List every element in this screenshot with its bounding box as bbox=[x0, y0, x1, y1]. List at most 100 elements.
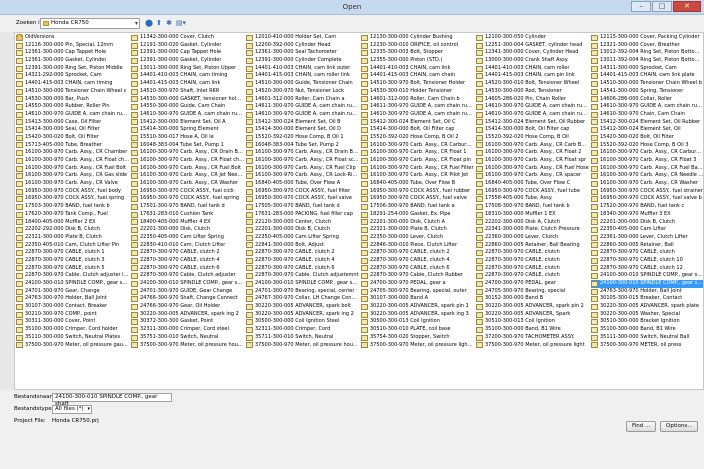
file-item[interactable]: 14510-300-000 Tensioner Chain Wheel c bbox=[16, 88, 129, 96]
file-item[interactable]: 12115-300-000 Cover, Packing Cylinder bbox=[591, 34, 703, 42]
file-item[interactable]: 37500-300-970 Meter, oil pressure housi.… bbox=[246, 342, 359, 350]
file-item[interactable]: 22201-300-000 Disk, Clutch bbox=[131, 226, 244, 234]
file-item[interactable]: 22350-300-000 Lever, Clutch bbox=[361, 234, 474, 242]
file-item[interactable]: 30510-300-013 Coil Ignition bbox=[476, 318, 589, 326]
file-item[interactable]: 11342-300-000 Cover, Clutch bbox=[131, 34, 244, 42]
file-item[interactable]: 15520-392-020 Hose Comp, B Oil 1 bbox=[246, 134, 359, 142]
lookin-combo[interactable]: Honda CR750 ▾ bbox=[40, 18, 140, 29]
file-item[interactable]: 22870-300-970 CABLE, clutch bbox=[476, 249, 589, 257]
close-button[interactable]: ✕ bbox=[673, 1, 701, 12]
file-item[interactable]: 22120-300-000 Center, Clutch bbox=[246, 219, 359, 227]
file-item[interactable]: 22350-405-000 Cam Lifter bbox=[591, 226, 703, 234]
file-item[interactable]: 32311-300-000 Crimper, Cord bbox=[246, 326, 359, 334]
file-item[interactable]: 18291-254-000 Gasket, Ex. Pipe bbox=[361, 211, 474, 219]
file-item[interactable]: 14510-300-970 Shaft, Inlet RKR bbox=[131, 88, 244, 96]
file-item[interactable]: 14401-415-003 CHAIN, cam link plate bbox=[591, 72, 703, 80]
file-item[interactable]: 17620-300-970 Tank Comp., Fuel bbox=[16, 211, 129, 219]
file-item[interactable]: 22870-300-970 CABLE, clutch 1 bbox=[16, 249, 129, 257]
file-item[interactable]: 16100-300-970 Carb. Assy., CR Fuel Bolt bbox=[16, 165, 129, 173]
filename-input[interactable]: 24100-300-010 SPINDLE COMP., gear shaft bbox=[52, 393, 172, 407]
file-item[interactable]: 24766-300-970 Shaft, Change Connect bbox=[131, 295, 244, 303]
file-item[interactable]: 16100-300-970 Carb. Assy., CR Needle Je.… bbox=[591, 172, 703, 180]
file-item[interactable]: 24766-300-970 Gear, Oil Holder bbox=[131, 303, 244, 311]
file-item[interactable]: 16100-300-970 Carb. Assy., CR Carburett.… bbox=[591, 149, 703, 157]
file-item[interactable]: 15412-300-024 Element Set, Oil C bbox=[361, 119, 474, 127]
file-item[interactable]: 16840-405-000 Tube, Over Flow B bbox=[361, 180, 474, 188]
file-item[interactable]: 15520-392-020 Hose Comp, B Oil 2 bbox=[361, 134, 474, 142]
file-item[interactable]: 22841-300-000 Bolt, Adjust bbox=[246, 242, 359, 250]
file-item[interactable]: 30107-300-000 Band A bbox=[361, 295, 474, 303]
file-item[interactable]: 16100-300-970 Carb. Assy., CR Fuel Filte… bbox=[361, 165, 474, 173]
file-item[interactable]: 22870-300-970 CABLE, clutch 2 bbox=[131, 249, 244, 257]
chevron-down-icon[interactable]: ▾ bbox=[135, 19, 138, 28]
file-item[interactable]: 15414-300-000 Bolt, Oil Filter cap bbox=[476, 126, 589, 134]
file-item[interactable]: 14530-300-000 Bar, Push bbox=[16, 96, 129, 104]
file-item[interactable]: 24100-300-010 SPINDLE COMP., gear sh... bbox=[246, 280, 359, 288]
file-item[interactable]: 12321-300-000 Cover, Breather bbox=[591, 42, 703, 50]
file-item[interactable]: 12391-300-000 Ring Set, Piston Middle bbox=[16, 65, 129, 73]
file-item[interactable]: 17631-283-010 Cushion Tank bbox=[131, 211, 244, 219]
file-item[interactable]: 17631-283-000 PACKING, fuel filler cap bbox=[246, 211, 359, 219]
file-item[interactable]: 22846-300-010 Piece, Clutch Lifter bbox=[361, 242, 474, 250]
back-icon[interactable]: ⬤ bbox=[144, 18, 154, 29]
file-item[interactable]: 16100-300-970 Carb. Assy., CR Float spr bbox=[476, 157, 589, 165]
view-menu-icon[interactable]: ▤▾ bbox=[174, 18, 188, 29]
file-item[interactable]: 14610-300-970 GUIDE A, cam chain rub... bbox=[16, 111, 129, 119]
file-item[interactable]: 16950-300-970 COCK ASSY., fuel spring bbox=[131, 195, 244, 203]
file-item[interactable]: 30220-300-005 ADVANCER, Spark bbox=[476, 311, 589, 319]
file-item[interactable]: 14401-415-003 CHAIN, cam timing bbox=[16, 80, 129, 88]
file-item[interactable]: 12230-300-010 ORIFICE, oil control bbox=[361, 42, 474, 50]
file-item[interactable]: 12130-300-000 Cylinder Bushing bbox=[361, 34, 474, 42]
file-item[interactable]: 16950-300-970 COCK ASSY., fuel valve bbox=[361, 195, 474, 203]
file-item[interactable]: 14401-410-003 CHAIN, cam roller bbox=[476, 65, 589, 73]
file-item[interactable]: 17503-300-970 BAND, fuel tank b bbox=[16, 203, 129, 211]
file-item[interactable]: 16100-300-970 Carb. Assy., CR Drain Bol.… bbox=[131, 149, 244, 157]
file-item[interactable]: 14601-312-000 Roller, Cam Chain b bbox=[361, 96, 474, 104]
file-item[interactable]: 30210-300-970 COMP., point bbox=[16, 311, 129, 319]
file-item[interactable]: 30220-300-005 ADVANCER, spark ing 2 bbox=[131, 311, 244, 319]
file-item[interactable]: 22870-300-970 CABLE, clutch 10 bbox=[591, 257, 703, 265]
file-item[interactable]: 16100-300-970 Carb. Assy., CR Carb Body bbox=[476, 142, 589, 150]
minimize-button[interactable]: – bbox=[631, 1, 651, 12]
file-item[interactable]: 16100-300-970 Carb. Assy., CR Valve bbox=[16, 180, 129, 188]
file-item[interactable]: 22860-300-005 Retainer, Ball bbox=[591, 242, 703, 250]
file-item[interactable]: 24767-300-970 Collar, LH Change Conn... bbox=[246, 295, 359, 303]
file-item[interactable]: 30372-300-300 Gasket, Point bbox=[131, 318, 244, 326]
file-item[interactable]: 14610-300-970 GUIDE A, cam chain rub... bbox=[131, 111, 244, 119]
file-item[interactable]: 12391-300-000 Gasket, Cylinder bbox=[131, 57, 244, 65]
file-item[interactable]: 14401-410-003 CHAIN, cam link bbox=[361, 65, 474, 73]
file-item[interactable]: 22860-300-005 Retainer, Ball Bearing bbox=[476, 242, 589, 250]
file-item[interactable]: 16100-300-970 Carb. Assy., CR Fuel Banjo bbox=[591, 165, 703, 173]
file-item[interactable]: 32311-300-000 Crimper, Cord steel bbox=[131, 326, 244, 334]
file-item[interactable]: 30510-300-000 Bracket Ignition bbox=[591, 318, 703, 326]
file-item[interactable]: 22870-300-970 CABLE, clutch bbox=[476, 257, 589, 265]
file-item[interactable]: 14550-300-000 Guide, Cam Chain bbox=[131, 103, 244, 111]
file-item[interactable]: 16100-300-970 Carb. Assy., CR Float ch..… bbox=[131, 157, 244, 165]
file-item[interactable]: 16100-300-970 Carb. Assy., CR Float pin bbox=[361, 157, 474, 165]
file-item[interactable]: 30500-300-013 Coil Ignition bbox=[361, 318, 474, 326]
file-item[interactable]: 22870-300-970 CABLE, clutch 4 bbox=[246, 257, 359, 265]
file-item[interactable]: 22350-405-010 Cam, Clutch Lifter Pin bbox=[16, 242, 129, 250]
file-item[interactable]: 12100-300-050 Cylinder bbox=[476, 34, 589, 42]
file-item[interactable]: 30105-300-015 Breaker, Contact bbox=[591, 295, 703, 303]
file-item[interactable]: 22870-300-970 Cable, Clutch Rubber bbox=[361, 272, 474, 280]
file-item[interactable]: 22870-300-970 CABLE, clutch 4 bbox=[361, 257, 474, 265]
file-item[interactable]: 16100-300-970 Carb. Assy., CR Pilot Jet bbox=[361, 172, 474, 180]
file-item[interactable]: 24705-300-970 Bearing, special bbox=[476, 288, 589, 296]
file-item[interactable]: 17506-300-970 BAND, fuel tank a bbox=[361, 203, 474, 211]
file-item[interactable]: 37500-300-970 Meter, oil pressure gau... bbox=[16, 342, 129, 350]
file-item[interactable]: 35110-300-000 Switch, Neutral Plates bbox=[16, 334, 129, 342]
file-item[interactable]: 37500-300-970 Meter, oil pressure light bbox=[476, 342, 589, 350]
file-item[interactable]: 22870-300-970 CABLE, clutch 3 bbox=[16, 257, 129, 265]
file-item[interactable]: 24100-300-010 SPINDLE COMP., gear sh... bbox=[16, 280, 129, 288]
file-item[interactable]: 24701-300-970 GUIDE, Gear Change bbox=[131, 288, 244, 296]
file-item[interactable]: 30311-300-000 Cover, Point bbox=[16, 318, 129, 326]
file-item[interactable]: 14611-300-970 GUIDE A, cam chain rub... bbox=[246, 103, 359, 111]
file-item[interactable]: OldVersions bbox=[16, 34, 129, 42]
file-item[interactable]: 22321-300-000 Plate B, Clutch bbox=[361, 226, 474, 234]
file-item[interactable]: 14401-415-003 CHAIN, cam chain bbox=[361, 72, 474, 80]
file-item[interactable]: 15412-300-024 Element Set, Oil Rubber bbox=[591, 119, 703, 127]
filetype-select[interactable]: All files (*) ▾ bbox=[52, 405, 92, 414]
file-item[interactable]: 22830-410-010 Cam, Clutch Lifter bbox=[131, 242, 244, 250]
file-item[interactable]: 30510-300-010 PLATE, coil base bbox=[361, 326, 474, 334]
